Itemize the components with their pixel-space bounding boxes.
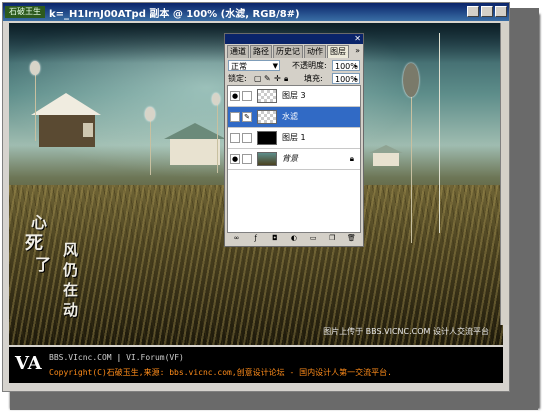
chevron-down-icon: ▼ [272, 62, 278, 70]
house-left-window [83, 123, 93, 137]
fill-label: 填充: [304, 74, 323, 83]
stem [35, 71, 36, 141]
eye-slot[interactable] [230, 133, 240, 143]
chevron-right-icon: ▸ [354, 75, 358, 83]
layer-name: 水滤 [282, 112, 298, 121]
lock-icon: 🔒︎ [349, 154, 354, 163]
calligraphy-char: 在 [63, 281, 79, 299]
layer-row-background[interactable]: ● 背景 🔒︎ [228, 149, 360, 170]
layer-name: 背景 [282, 154, 298, 163]
panel-titlebar[interactable]: ✕ [225, 34, 363, 44]
panel-tabs: 通道 路径 历史记 动作 图层 [227, 45, 350, 58]
footer-site-link[interactable]: BBS.VIcnc.COM [49, 353, 112, 362]
layer-thumbnail [257, 110, 277, 124]
adjustment-layer-icon[interactable]: ◐ [289, 234, 298, 243]
close-icon[interactable]: ✕ [354, 35, 361, 43]
house-right [369, 145, 403, 167]
lock-pixels-icon[interactable]: ✎ [264, 73, 271, 85]
link-slot[interactable] [242, 133, 252, 143]
calligraphy-char: 了 [35, 255, 52, 274]
chevron-right-icon: ▸ [354, 62, 358, 70]
dandelion-flower [212, 93, 220, 105]
vertical-scrollbar[interactable] [500, 23, 509, 325]
app-icon: 石破王生 [5, 6, 45, 18]
layer-name: 图层 3 [282, 91, 306, 100]
layer-thumbnail [257, 131, 277, 145]
lock-position-icon[interactable]: ✛ [274, 73, 281, 85]
upload-caption: 图片上传于 BBS.VICNC.COM 设计人交流平台 [323, 327, 489, 336]
calligraphy-char: 风 [63, 241, 79, 259]
tab-paths[interactable]: 路径 [250, 45, 272, 58]
forum-footer: VA BBS.VIcnc.COM | VI.Forum(VF) Copyrigh… [9, 347, 503, 383]
layer-thumbnail [257, 152, 277, 166]
stem [439, 33, 440, 233]
layer-style-icon[interactable]: ƒ [251, 234, 260, 243]
layer-row[interactable]: 图层 1 [228, 128, 360, 149]
house-right-roof [369, 145, 403, 153]
layers-list: ● 图层 3 ✎ 水滤 图层 1 ● 背景 🔒︎ [227, 85, 361, 233]
link-slot[interactable] [242, 91, 252, 101]
house-left-roof [31, 93, 101, 115]
house-right-wall [373, 153, 399, 166]
minimize-button[interactable] [467, 6, 479, 17]
footer-forum-link[interactable]: VI.Forum(VF) [126, 353, 184, 362]
layers-panel: ✕ 通道 路径 历史记 动作 图层 » 正常 ▼ 不透明度: 100% ▸ 锁定… [224, 33, 364, 247]
new-group-icon[interactable]: ▭ [309, 234, 318, 243]
window-titlebar[interactable]: 石破王生 k=_H1IrnJ00ATpd 副本 @ 100% (水滤, RGB/… [3, 3, 509, 21]
footer-line-1: BBS.VIcnc.COM | VI.Forum(VF) [49, 353, 184, 362]
layer-mask-icon[interactable]: ◘ [270, 234, 279, 243]
layer-row-selected[interactable]: ✎ 水滤 [228, 107, 360, 128]
layer-thumbnail [257, 89, 277, 103]
blend-mode-select[interactable]: 正常 ▼ [228, 60, 280, 71]
trash-icon[interactable]: 🗑︎ [347, 234, 356, 243]
house-left [31, 93, 101, 153]
layer-name: 图层 1 [282, 133, 306, 142]
footer-separator: | [111, 353, 127, 362]
stem [217, 103, 218, 173]
panel-button-bar: ∞ ƒ ◘ ◐ ▭ ❐ 🗑︎ [227, 234, 361, 244]
link-layers-icon[interactable]: ∞ [232, 234, 241, 243]
stem [411, 93, 412, 243]
shadow-right-edge [505, 8, 539, 408]
maximize-button[interactable] [481, 6, 493, 17]
shadow-bottom-edge [10, 392, 538, 410]
new-layer-icon[interactable]: ❐ [328, 234, 337, 243]
eye-slot[interactable] [230, 112, 240, 122]
calligraphy-char: 仍 [63, 261, 79, 279]
window-title: k=_H1IrnJ00ATpd 副本 @ 100% (水滤, RGB/8#) [49, 9, 300, 20]
tab-history[interactable]: 历史记 [273, 45, 303, 58]
tab-channels[interactable]: 通道 [227, 45, 249, 58]
dandelion-flower [145, 107, 155, 121]
eye-icon[interactable]: ● [230, 154, 240, 164]
panel-menu-icon[interactable]: » [355, 46, 360, 55]
stem [150, 115, 151, 175]
blend-row: 正常 ▼ 不透明度: 100% ▸ [228, 60, 360, 73]
house-middle-wall [170, 139, 220, 165]
dandelion-flower [403, 63, 419, 97]
lock-label: 锁定: [228, 74, 247, 83]
brush-icon[interactable]: ✎ [242, 112, 252, 122]
calligraphy-char: 动 [63, 301, 79, 319]
opacity-label: 不透明度: [292, 61, 327, 70]
layer-row[interactable]: ● 图层 3 [228, 86, 360, 107]
footer-copyright: Copyright(C)石破玉生,来源: bbs.vicnc.com,创意设计论… [49, 368, 392, 377]
tab-layers[interactable]: 图层 [327, 45, 349, 58]
lock-transparency-icon[interactable]: ▢ [254, 73, 262, 85]
tab-actions[interactable]: 动作 [304, 45, 326, 58]
lock-all-icon[interactable]: 🔒︎ [284, 73, 288, 85]
fill-input[interactable]: 100% ▸ [332, 73, 360, 84]
blend-mode-value: 正常 [231, 62, 247, 71]
close-button[interactable] [495, 6, 507, 17]
opacity-input[interactable]: 100% ▸ [332, 60, 360, 71]
dandelion-flower [30, 61, 40, 75]
forum-logo: VA [15, 353, 42, 374]
link-slot[interactable] [242, 154, 252, 164]
eye-icon[interactable]: ● [230, 91, 240, 101]
